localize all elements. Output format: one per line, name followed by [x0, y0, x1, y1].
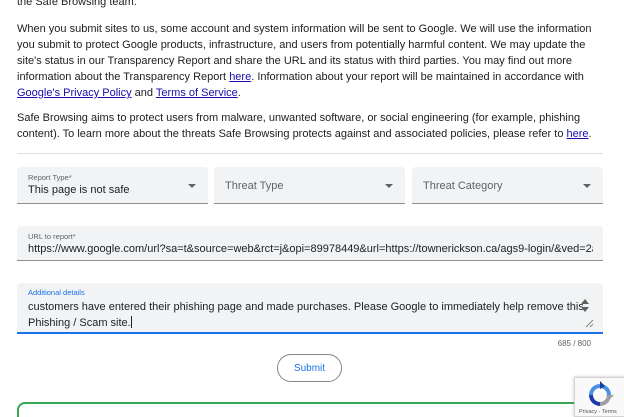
threat-category-select[interactable]: Threat Category: [412, 167, 603, 204]
privacy-text-end: .: [237, 87, 241, 99]
section-divider: [17, 153, 603, 154]
url-label: URL to report*: [28, 232, 76, 241]
character-counter: 685 / 800: [557, 339, 591, 348]
threat-type-placeholder: Threat Type: [225, 180, 284, 192]
safe-browsing-text-end: .: [588, 128, 592, 140]
dropdown-arrow-icon: [188, 184, 196, 188]
recaptcha-links[interactable]: Privacy - Terms: [579, 409, 617, 415]
status-panel: [17, 402, 603, 417]
details-value: customers have entered their phishing pa…: [28, 299, 584, 331]
recaptcha-logo-icon: [589, 381, 614, 406]
privacy-text-2: . Information about your report will be …: [251, 71, 584, 83]
scroll-up-icon[interactable]: [581, 299, 589, 304]
additional-details-textarea[interactable]: Additional details customers have entere…: [17, 283, 603, 334]
details-line-2-wrap: Phishing / Scam site.: [28, 315, 578, 331]
threats-policy-link[interactable]: here: [567, 128, 589, 140]
details-label: Additional details: [28, 288, 85, 297]
intro-text: the Safe Browsing team.: [17, 0, 137, 8]
details-line-2: Phishing / Scam site.: [28, 317, 131, 329]
url-input[interactable]: URL to report* https://www.google.com/ur…: [17, 226, 603, 261]
terms-of-service-link[interactable]: Terms of Service: [156, 87, 238, 99]
textarea-scroll-control[interactable]: [579, 298, 591, 316]
threat-type-select[interactable]: Threat Type: [214, 167, 405, 204]
report-type-select[interactable]: Report Type* This page is not safe: [17, 167, 208, 204]
text-caret: [130, 316, 132, 328]
recaptcha-badge[interactable]: Privacy - Terms: [574, 377, 624, 417]
dropdown-arrow-icon: [385, 184, 393, 188]
safe-browsing-paragraph: Safe Browsing aims to protect users from…: [17, 110, 607, 142]
privacy-text-and: and: [131, 87, 156, 99]
scroll-down-icon[interactable]: [581, 307, 589, 312]
privacy-paragraph: When you submit sites to us, some accoun…: [17, 21, 607, 101]
resize-grip-icon[interactable]: [584, 318, 594, 328]
threat-category-placeholder: Threat Category: [423, 180, 503, 192]
transparency-report-link[interactable]: here: [229, 71, 251, 83]
privacy-policy-link[interactable]: Google's Privacy Policy: [17, 87, 132, 99]
report-type-value: This page is not safe: [28, 184, 130, 196]
report-type-label: Report Type*: [28, 173, 72, 182]
dropdown-arrow-icon: [583, 184, 591, 188]
url-value: https://www.google.com/url?sa=t&source=w…: [28, 243, 593, 255]
submit-button[interactable]: Submit: [277, 354, 342, 382]
safe-browsing-text: Safe Browsing aims to protect users from…: [17, 112, 581, 140]
details-line-1: customers have entered their phishing pa…: [28, 301, 584, 313]
